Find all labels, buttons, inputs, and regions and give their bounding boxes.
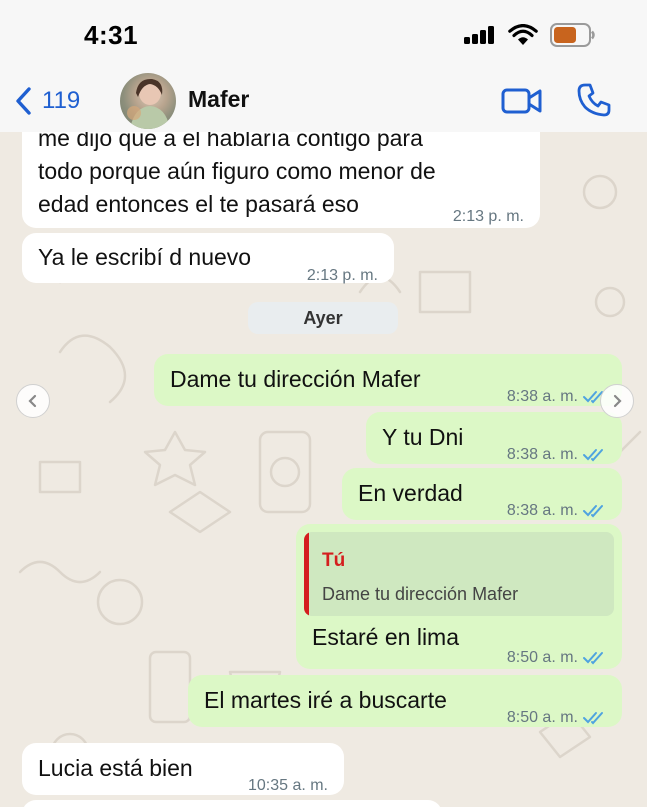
contact-name[interactable]: Mafer — [188, 86, 249, 113]
status-bar: 4:31 — [0, 0, 647, 70]
double-check-icon — [583, 711, 603, 724]
message-text: Y tu Dni — [382, 424, 464, 450]
unread-count: 119 — [42, 87, 81, 114]
status-time: 4:31 — [84, 20, 139, 50]
message-text: Dame tu dirección Mafer — [170, 366, 421, 392]
wifi-icon — [508, 24, 538, 45]
chevron-left-icon — [28, 394, 37, 408]
quoted-message[interactable]: Tú Dame tu dirección Mafer — [304, 532, 614, 616]
chevron-right-icon — [613, 394, 622, 408]
message-text: En verdad — [358, 480, 463, 506]
message-bubble-outgoing[interactable]: En verdad 8:38 a. m. — [342, 468, 622, 520]
message-list[interactable]: me dijo que a el hablaría contigo para t… — [0, 132, 647, 807]
quote-author: Tú — [322, 550, 346, 571]
back-button[interactable]: 119 — [14, 84, 80, 118]
message-text-line: todo porque aún figuro como menor de — [38, 158, 436, 184]
quote-text: Dame tu dirección Mafer — [322, 584, 519, 604]
message-timestamp: 10:35 a. m. — [247, 777, 328, 794]
message-bubble-incoming[interactable]: Ya le escribí d nuevo 2:13 p. m. — [22, 233, 394, 284]
message-timestamp: 2:13 p. m. — [452, 208, 524, 225]
message-bubble-outgoing[interactable]: Y tu Dni 8:38 a. m. — [366, 412, 622, 464]
carousel-next-button[interactable] — [600, 384, 634, 418]
message-bubble-outgoing-reply[interactable]: Tú Dame tu dirección Mafer Estaré en lim… — [296, 524, 622, 669]
message-timestamp: 8:50 a. m. — [507, 641, 608, 674]
chevron-left-icon — [16, 87, 31, 115]
message-text: Lucia está bien — [38, 755, 193, 781]
quote-accent-bar — [304, 532, 309, 616]
message-bubble-incoming[interactable]: Lucia está bien 10:35 a. m. — [22, 743, 344, 795]
double-check-icon — [583, 448, 603, 461]
message-text: Ya le escribí d nuevo — [38, 244, 252, 270]
double-check-icon — [583, 651, 603, 664]
message-timestamp: 8:38 a. m. — [507, 380, 608, 413]
battery-icon — [550, 23, 595, 47]
message-bubble-incoming-partial[interactable] — [22, 800, 442, 807]
message-text-line: edad entonces el te pasará eso — [38, 191, 359, 217]
avatar-photo — [127, 78, 170, 129]
cellular-signal-icon — [464, 26, 496, 44]
double-check-icon — [583, 504, 603, 517]
message-timestamp: 8:38 a. m. — [507, 494, 608, 527]
message-bubble-outgoing[interactable]: Dame tu dirección Mafer 8:38 a. m. — [154, 354, 622, 406]
message-timestamp: 2:13 p. m. — [306, 267, 378, 284]
contact-avatar[interactable] — [120, 73, 176, 129]
message-text: El martes iré a buscarte — [204, 687, 447, 713]
message-timestamp: 8:50 a. m. — [507, 701, 608, 734]
message-timestamp: 8:38 a. m. — [507, 438, 608, 471]
message-text: Estaré en lima — [312, 624, 460, 650]
chat-header: 119 Mafer — [0, 70, 647, 132]
phone-call-icon[interactable] — [576, 82, 612, 118]
message-text-line: me dijo que a el hablaría contigo para — [38, 132, 423, 151]
message-bubble-incoming[interactable]: me dijo que a el hablaría contigo para t… — [22, 132, 540, 228]
message-bubble-outgoing[interactable]: El martes iré a buscarte 8:50 a. m. — [188, 675, 622, 727]
video-call-icon[interactable] — [500, 84, 544, 118]
carousel-prev-button[interactable] — [16, 384, 50, 418]
date-divider: Ayer — [248, 302, 398, 334]
